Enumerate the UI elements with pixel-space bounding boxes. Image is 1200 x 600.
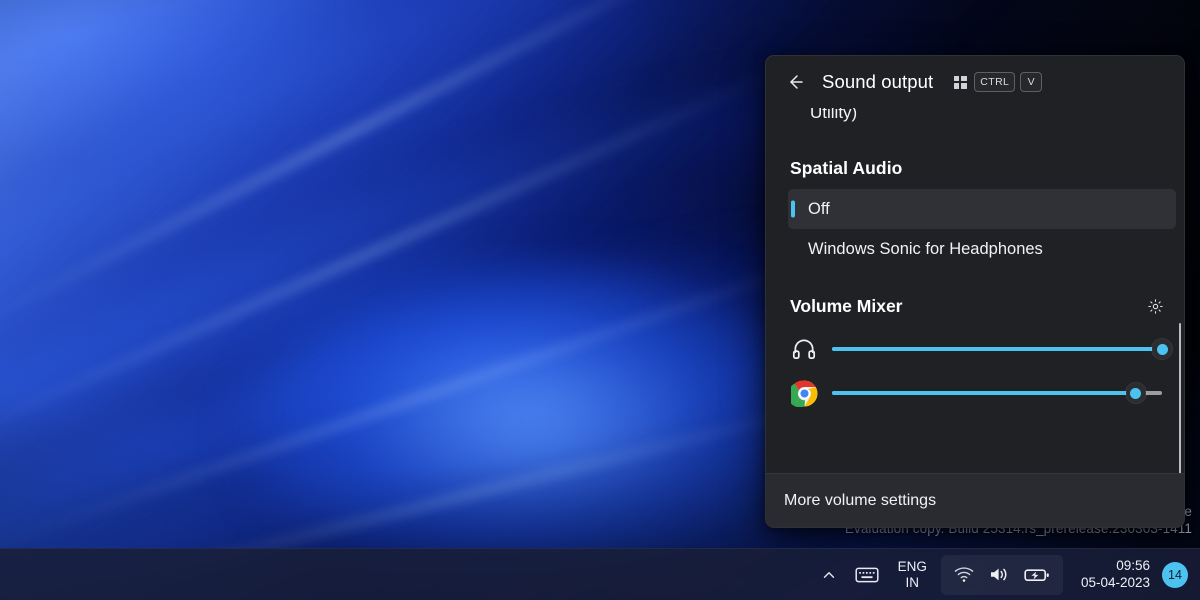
language-indicator[interactable]: ENG IN: [888, 559, 937, 589]
headphones-glyph: [791, 336, 817, 362]
option-label: Off: [808, 200, 830, 219]
flyout-header: Sound output CTRL V: [766, 56, 1184, 108]
windows-key-badge: [951, 72, 969, 92]
chevron-up-icon: [821, 567, 837, 583]
quick-settings-button[interactable]: [941, 555, 1063, 595]
clock-button[interactable]: 09:56 05-04-2023: [1067, 558, 1160, 590]
battery-glyph: [1024, 566, 1050, 584]
battery-charging-icon: [1024, 566, 1050, 584]
clipped-device-item[interactable]: Utility): [766, 108, 1184, 142]
chrome-logo-icon: [790, 379, 818, 407]
chrome-volume-slider[interactable]: [832, 380, 1162, 406]
tray-overflow-button[interactable]: [812, 555, 846, 595]
taskbar: ENG IN: [0, 548, 1200, 600]
back-button[interactable]: [780, 67, 810, 97]
sound-output-flyout: Sound output CTRL V Utility) Spatial Aud…: [765, 55, 1185, 528]
speaker-icon: [988, 565, 1010, 584]
slider-thumb[interactable]: [1126, 383, 1146, 403]
headphones-volume-slider[interactable]: [832, 336, 1162, 362]
clock-time: 09:56: [1116, 558, 1150, 574]
volume-mixer-settings-button[interactable]: [1140, 291, 1170, 321]
page-title: Sound output: [822, 71, 933, 93]
flyout-scroll-area: Utility) Spatial Audio Off Windows Sonic…: [766, 108, 1184, 473]
desktop-screen: ge Evaluation copy. Build 25314.rs_prere…: [0, 0, 1200, 600]
ime-button[interactable]: [846, 555, 888, 595]
ctrl-key-badge: CTRL: [974, 72, 1015, 92]
spatial-audio-heading: Spatial Audio: [766, 142, 1184, 189]
spatial-audio-option-windows-sonic[interactable]: Windows Sonic for Headphones: [788, 229, 1176, 269]
back-arrow-icon: [785, 72, 805, 92]
gear-icon: [1147, 298, 1164, 315]
system-tray: ENG IN: [812, 549, 1192, 600]
volume-slider-row-headphones: [766, 327, 1184, 371]
slider-thumb[interactable]: [1152, 339, 1172, 359]
volume-slider-row-chrome: [766, 371, 1184, 415]
more-volume-settings-link[interactable]: More volume settings: [784, 492, 936, 510]
v-key-badge: V: [1020, 72, 1042, 92]
volume-mixer-heading: Volume Mixer: [790, 296, 903, 317]
slider-fill: [832, 391, 1136, 395]
notification-badge[interactable]: 14: [1162, 562, 1188, 588]
headphones-icon: [790, 335, 818, 363]
windows-logo-icon: [954, 76, 967, 89]
language-line-1: ENG: [898, 559, 927, 574]
language-line-2: IN: [906, 575, 920, 590]
wifi-icon: [954, 566, 974, 583]
speaker-glyph: [988, 565, 1010, 584]
volume-mixer-header: Volume Mixer: [766, 269, 1184, 327]
keyboard-icon: [855, 566, 879, 584]
flyout-footer: More volume settings: [766, 473, 1184, 527]
spatial-audio-options: Off Windows Sonic for Headphones: [766, 189, 1184, 269]
clipped-device-label: Utility): [810, 108, 857, 123]
option-label: Windows Sonic for Headphones: [808, 240, 1043, 259]
keyboard-shortcut-hint: CTRL V: [951, 72, 1042, 92]
chrome-glyph: [791, 380, 818, 407]
flyout-scrollbar[interactable]: [1179, 323, 1182, 473]
spatial-audio-option-off[interactable]: Off: [788, 189, 1176, 229]
clock-date: 05-04-2023: [1081, 575, 1150, 591]
wifi-glyph: [954, 566, 974, 583]
slider-fill: [832, 347, 1162, 351]
